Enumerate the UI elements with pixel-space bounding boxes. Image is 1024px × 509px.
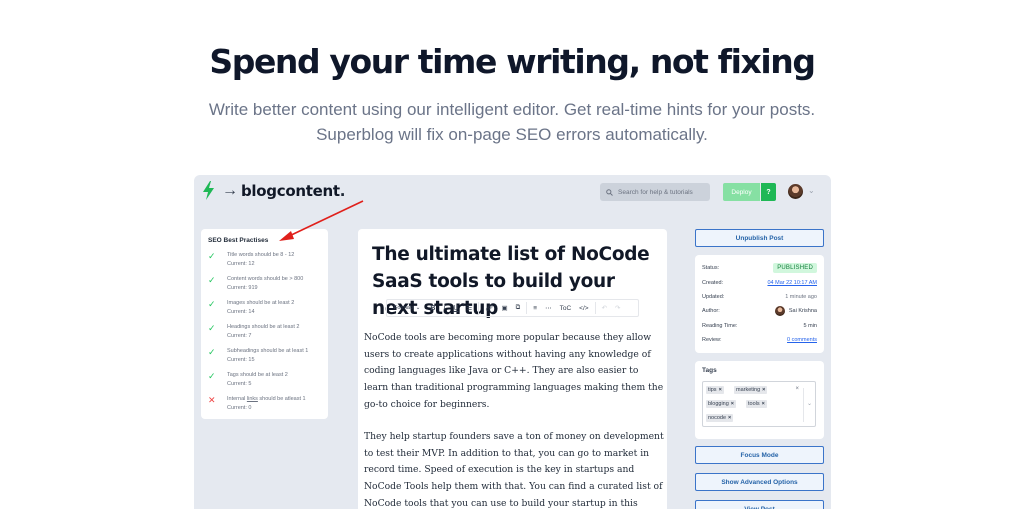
tags-label: Tags bbox=[702, 367, 717, 374]
list-icon[interactable]: ☰ bbox=[462, 300, 476, 316]
check-icon: ✓ bbox=[208, 323, 216, 333]
created-label: Created: bbox=[702, 279, 724, 286]
post-paragraph-2[interactable]: They help startup founders save a ton of… bbox=[364, 429, 664, 509]
logo[interactable]: → blogcontent. bbox=[203, 181, 345, 200]
seo-item: ✕ Internal links should be atleast 1 Curr… bbox=[208, 395, 306, 411]
remove-tag-icon[interactable]: × bbox=[762, 387, 765, 393]
author-avatar bbox=[774, 306, 785, 317]
chevron-down-icon[interactable]: ⌄ bbox=[808, 186, 815, 195]
post-paragraph-1[interactable]: NoCode tools are becoming more popular b… bbox=[364, 330, 664, 414]
seo-item: ✓ Headings should be at least 2 Current: … bbox=[208, 323, 300, 339]
author-value[interactable]: Sai Krishna bbox=[774, 306, 817, 317]
editor-toolbar: Formats ⌄ B I U ☰ 🔗︎ ▣ ⧉ ≡ ⋯ ToC </> ↶ ↷ bbox=[386, 299, 639, 317]
remove-tag-icon[interactable]: × bbox=[728, 415, 731, 421]
code-button[interactable]: </> bbox=[575, 300, 592, 316]
search-input[interactable]: Search for help & tutorials bbox=[600, 183, 710, 201]
internal-links-link[interactable]: links bbox=[247, 396, 258, 402]
created-date-link[interactable]: 04 Mar 22 10:17 AM bbox=[767, 280, 817, 286]
remove-tag-icon[interactable]: × bbox=[762, 401, 765, 407]
chevron-down-icon[interactable]: ⌄ bbox=[807, 400, 812, 407]
annotation-arrow bbox=[279, 200, 364, 241]
link-icon[interactable]: 🔗︎ bbox=[481, 300, 497, 316]
align-icon[interactable]: ≡ bbox=[529, 300, 541, 316]
undo-icon[interactable]: ↶ bbox=[598, 300, 611, 316]
status-label: Status: bbox=[702, 265, 720, 272]
formats-dropdown[interactable]: Formats ⌄ bbox=[390, 300, 426, 316]
tag-chip[interactable]: nocode × bbox=[706, 414, 734, 422]
bold-button[interactable]: B bbox=[426, 300, 439, 316]
hero-title: Spend your time writing, not fixing bbox=[209, 42, 816, 81]
seo-item: ✓ Subheadings should be at least 1 Curren… bbox=[208, 347, 309, 363]
italic-button[interactable]: I bbox=[439, 300, 449, 316]
seo-best-practices-panel: SEO Best Practises ✓ Title words should … bbox=[201, 229, 328, 419]
redo-icon[interactable]: ↷ bbox=[611, 300, 624, 316]
search-icon bbox=[606, 188, 613, 196]
updated-label: Updated: bbox=[702, 293, 725, 300]
tag-chip[interactable]: blogging × bbox=[706, 400, 737, 408]
avatar[interactable] bbox=[788, 184, 803, 199]
toc-button[interactable]: ToC bbox=[556, 300, 576, 316]
author-label: Author: bbox=[702, 308, 720, 315]
unpublish-post-button[interactable]: Unpublish Post bbox=[695, 229, 824, 247]
more-icon[interactable]: ⋯ bbox=[541, 300, 556, 316]
toolbar-divider bbox=[594, 302, 596, 314]
brand-name: blogcontent. bbox=[241, 181, 346, 200]
view-post-button[interactable]: View Post bbox=[695, 500, 824, 509]
seo-item: ✓ Tags should be at least 2 Current: 5 bbox=[208, 371, 288, 387]
status-badge: PUBLISHED bbox=[773, 263, 817, 274]
remove-tag-icon[interactable]: × bbox=[731, 401, 734, 407]
check-icon: ✓ bbox=[208, 299, 216, 309]
tags-divider bbox=[803, 388, 804, 422]
check-icon: ✓ bbox=[208, 347, 216, 357]
tag-chip[interactable]: marketing × bbox=[734, 386, 768, 394]
embed-icon[interactable]: ⧉ bbox=[512, 300, 525, 316]
toolbar-divider bbox=[526, 302, 528, 314]
help-button[interactable]: ? bbox=[761, 183, 776, 201]
reading-time-value: 5 min bbox=[803, 322, 817, 329]
tag-chip[interactable]: tools × bbox=[746, 400, 767, 408]
cross-icon: ✕ bbox=[208, 395, 216, 405]
show-advanced-options-button[interactable]: Show Advanced Options bbox=[695, 473, 824, 491]
tag-chip[interactable]: tips × bbox=[706, 386, 724, 394]
reading-time-label: Reading Time: bbox=[702, 322, 738, 329]
arrow-right-icon: → bbox=[222, 181, 238, 199]
tags-input[interactable]: tips × marketing × blogging × tools × nocode… bbox=[702, 381, 816, 427]
underline-button[interactable]: U bbox=[449, 300, 462, 316]
updated-value: 1 minute ago bbox=[785, 293, 817, 300]
hero-subtitle: Write better content using our intellige… bbox=[0, 97, 1024, 147]
review-label: Review: bbox=[702, 337, 722, 344]
hero-subtitle-line-1: Write better content using our intellige… bbox=[208, 100, 816, 119]
focus-mode-button[interactable]: Focus Mode bbox=[695, 446, 824, 464]
check-icon: ✓ bbox=[208, 371, 216, 381]
deploy-button[interactable]: Deploy bbox=[723, 183, 760, 201]
clear-tags-icon[interactable]: × bbox=[795, 386, 799, 392]
check-icon: ✓ bbox=[208, 251, 216, 261]
hero-subtitle-line-2: Superblog will fix on-page SEO errors au… bbox=[316, 125, 708, 144]
check-icon: ✓ bbox=[208, 275, 216, 285]
lightning-bolt-icon bbox=[203, 181, 214, 200]
remove-tag-icon[interactable]: × bbox=[719, 387, 722, 393]
toolbar-divider bbox=[478, 302, 480, 314]
search-placeholder: Search for help & tutorials bbox=[618, 188, 693, 196]
comments-link[interactable]: 0 comments bbox=[787, 337, 817, 343]
seo-item: ✓ Title words should be 8 - 12 Current: 1… bbox=[208, 251, 295, 267]
seo-item: ✓ Content words should be > 800 Current: … bbox=[208, 275, 304, 291]
post-status-card: Status: PUBLISHED Created: 04 Mar 22 10:17… bbox=[695, 255, 824, 353]
image-icon[interactable]: ▣ bbox=[497, 300, 511, 316]
seo-item: ✓ Images should be at least 2 Current: 14 bbox=[208, 299, 295, 315]
tags-card: Tags tips × marketing × blogging × tools × n… bbox=[695, 361, 824, 439]
